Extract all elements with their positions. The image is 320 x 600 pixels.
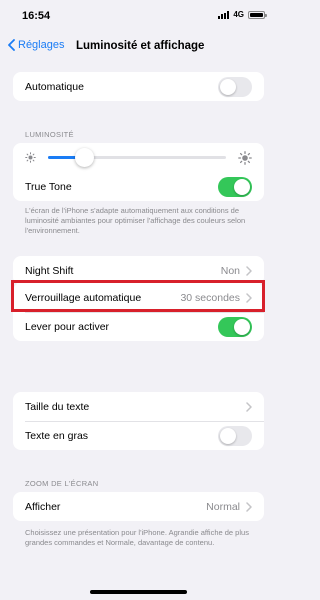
raise-to-wake-row: Lever pour activer (13, 312, 264, 341)
true-tone-row: True Tone (13, 172, 264, 201)
text-size-row[interactable]: Taille du texte (13, 392, 264, 421)
brightness-header: LUMINOSITÉ (25, 130, 74, 139)
text-group: Taille du texte Texte en gras (13, 392, 264, 450)
back-button[interactable]: Réglages (8, 39, 64, 51)
true-tone-toggle[interactable] (218, 176, 252, 197)
zoom-footer: Choisissez une présentation pour l'iPhon… (25, 528, 249, 547)
bold-text-label: Texte en gras (25, 429, 89, 442)
zoom-view-row[interactable]: Afficher Normal (13, 492, 264, 521)
zoom-header: ZOOM DE L'ÉCRAN (25, 479, 99, 488)
zoom-view-value: Normal (206, 500, 240, 513)
true-tone-label: True Tone (25, 180, 72, 193)
appearance-group: Automatique (13, 72, 264, 101)
night-shift-label: Night Shift (25, 264, 74, 277)
status-time: 16:54 (22, 10, 51, 22)
battery-icon (248, 10, 267, 19)
page-title: Luminosité et affichage (76, 40, 205, 52)
chevron-right-icon (246, 401, 252, 412)
raise-to-wake-label: Lever pour activer (25, 320, 110, 333)
brightness-footer: L'écran de l'iPhone s'adapte automatique… (25, 206, 246, 235)
raise-to-wake-toggle[interactable] (218, 316, 252, 337)
chevron-right-icon (246, 501, 252, 512)
night-shift-value: Non (220, 264, 240, 277)
bold-text-toggle[interactable] (218, 425, 252, 446)
automatic-row: Automatique (13, 72, 264, 101)
home-indicator (90, 590, 187, 594)
chevron-left-icon (8, 39, 15, 51)
sun-large-icon (238, 150, 252, 165)
brightness-slider-row (13, 143, 264, 172)
navigation-bar: Réglages Luminosité et affichage (0, 30, 277, 64)
brightness-slider[interactable] (48, 148, 226, 167)
status-icons: 4G (218, 10, 267, 19)
signal-icon (218, 10, 230, 19)
brightness-slider-thumb[interactable] (74, 148, 94, 167)
zoom-view-label: Afficher (25, 500, 61, 513)
text-size-label: Taille du texte (25, 400, 90, 413)
chevron-right-icon (246, 265, 252, 276)
sun-small-icon (25, 152, 36, 163)
automatic-toggle[interactable] (218, 76, 252, 97)
highlight-box (11, 280, 265, 312)
network-type: 4G (233, 10, 244, 19)
bold-text-row: Texte en gras (13, 421, 264, 450)
zoom-group: Afficher Normal (13, 492, 264, 521)
status-bar: 16:54 4G (0, 0, 277, 30)
brightness-group: True Tone (13, 143, 264, 201)
back-label: Réglages (18, 39, 65, 51)
automatic-label: Automatique (25, 80, 84, 93)
